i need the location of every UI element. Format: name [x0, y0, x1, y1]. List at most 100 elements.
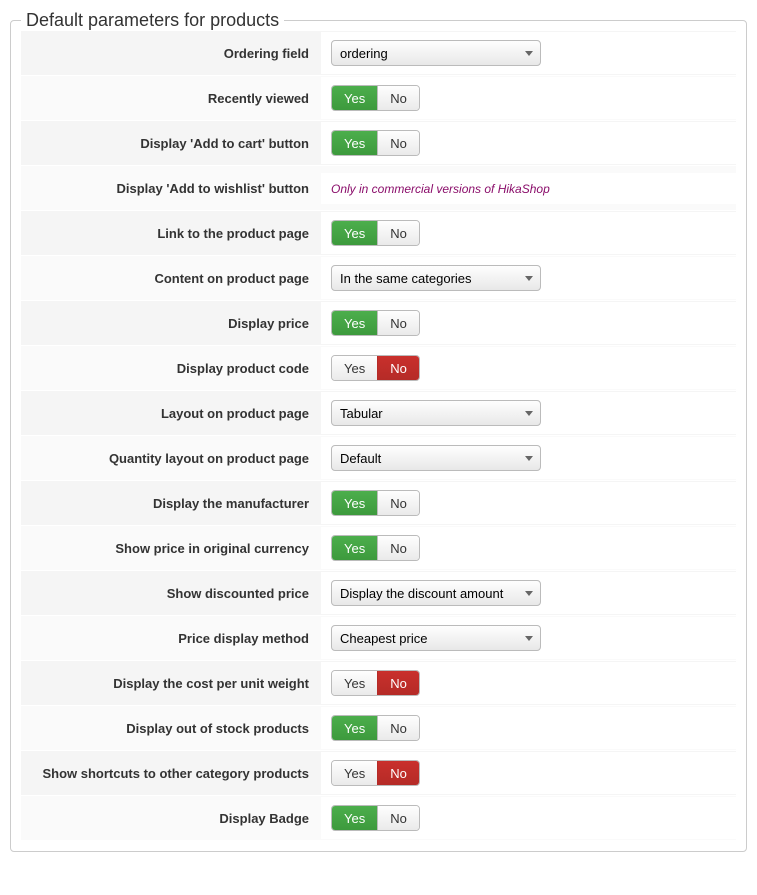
label-price-display-method: Price display method — [21, 621, 321, 656]
display-manufacturer-no-button[interactable]: No — [377, 491, 419, 515]
row-ordering-field: Ordering field ordering — [21, 31, 736, 76]
label-show-discounted: Show discounted price — [21, 576, 321, 611]
cost-per-unit-weight-no-button[interactable]: No — [377, 671, 419, 695]
row-quantity-layout: Quantity layout on product page Default — [21, 436, 736, 481]
select-wrap: Display the discount amount — [331, 580, 541, 606]
link-product-page-toggle: YesNo — [331, 220, 420, 246]
recently-viewed-no-button[interactable]: No — [377, 86, 419, 110]
control-cell: YesNo — [321, 212, 736, 254]
row-show-price-original: Show price in original currency YesNo — [21, 526, 736, 571]
control-cell: ordering — [321, 32, 736, 74]
row-link-product-page: Link to the product page YesNo — [21, 211, 736, 256]
display-manufacturer-toggle: YesNo — [331, 490, 420, 516]
label-display-price: Display price — [21, 306, 321, 341]
label-cost-per-unit-weight: Display the cost per unit weight — [21, 666, 321, 701]
control-cell: YesNo — [321, 302, 736, 344]
rows-container: Ordering fieldorderingRecently viewedYes… — [21, 31, 736, 841]
layout-product-page-select[interactable]: Tabular — [331, 400, 541, 426]
display-badge-toggle: YesNo — [331, 805, 420, 831]
control-cell: YesNo — [321, 797, 736, 839]
row-add-to-wishlist: Display 'Add to wishlist' button Only in … — [21, 166, 736, 211]
control-cell: Only in commercial versions of HikaShop — [321, 173, 736, 204]
add-to-wishlist-note: Only in commercial versions of HikaShop — [331, 182, 550, 196]
row-price-display-method: Price display method Cheapest price — [21, 616, 736, 661]
control-cell: Tabular — [321, 392, 736, 434]
display-manufacturer-yes-button[interactable]: Yes — [332, 491, 377, 515]
recently-viewed-yes-button[interactable]: Yes — [332, 86, 377, 110]
out-of-stock-no-button[interactable]: No — [377, 716, 419, 740]
label-display-product-code: Display product code — [21, 351, 321, 386]
content-product-page-select[interactable]: In the same categories — [331, 265, 541, 291]
row-display-product-code: Display product code YesNo — [21, 346, 736, 391]
display-product-code-no-button[interactable]: No — [377, 356, 419, 380]
show-price-original-yes-button[interactable]: Yes — [332, 536, 377, 560]
select-wrap: Cheapest price — [331, 625, 541, 651]
control-cell: Cheapest price — [321, 617, 736, 659]
control-cell: YesNo — [321, 77, 736, 119]
row-layout-product-page: Layout on product page Tabular — [21, 391, 736, 436]
shortcuts-category-toggle: YesNo — [331, 760, 420, 786]
select-wrap: In the same categories — [331, 265, 541, 291]
label-ordering-field: Ordering field — [21, 36, 321, 71]
label-display-badge: Display Badge — [21, 801, 321, 836]
control-cell: YesNo — [321, 527, 736, 569]
display-badge-yes-button[interactable]: Yes — [332, 806, 377, 830]
show-price-original-no-button[interactable]: No — [377, 536, 419, 560]
row-shortcuts-category: Show shortcuts to other category product… — [21, 751, 736, 796]
label-recently-viewed: Recently viewed — [21, 81, 321, 116]
display-price-toggle: YesNo — [331, 310, 420, 336]
display-badge-no-button[interactable]: No — [377, 806, 419, 830]
link-product-page-yes-button[interactable]: Yes — [332, 221, 377, 245]
row-display-price: Display price YesNo — [21, 301, 736, 346]
select-wrap: Tabular — [331, 400, 541, 426]
control-cell: YesNo — [321, 482, 736, 524]
control-cell: YesNo — [321, 662, 736, 704]
row-cost-per-unit-weight: Display the cost per unit weightYesNo — [21, 661, 736, 706]
control-cell: Default — [321, 437, 736, 479]
row-content-product-page: Content on product page In the same categ… — [21, 256, 736, 301]
label-content-product-page: Content on product page — [21, 261, 321, 296]
label-out-of-stock: Display out of stock products — [21, 711, 321, 746]
label-shortcuts-category: Show shortcuts to other category product… — [21, 756, 321, 791]
show-price-original-toggle: YesNo — [331, 535, 420, 561]
select-wrap: ordering — [331, 40, 541, 66]
row-add-to-cart: Display 'Add to cart' button YesNo — [21, 121, 736, 166]
row-show-discounted: Show discounted price Display the discoun… — [21, 571, 736, 616]
select-wrap: Default — [331, 445, 541, 471]
control-cell: YesNo — [321, 707, 736, 749]
control-cell: Display the discount amount — [321, 572, 736, 614]
link-product-page-no-button[interactable]: No — [377, 221, 419, 245]
add-to-cart-yes-button[interactable]: Yes — [332, 131, 377, 155]
label-add-to-wishlist: Display 'Add to wishlist' button — [21, 171, 321, 206]
control-cell: YesNo — [321, 347, 736, 389]
price-display-method-select[interactable]: Cheapest price — [331, 625, 541, 651]
fieldset-legend: Default parameters for products — [21, 10, 284, 31]
default-parameters-fieldset: Default parameters for products Ordering… — [10, 10, 747, 852]
show-discounted-select[interactable]: Display the discount amount — [331, 580, 541, 606]
control-cell: In the same categories — [321, 257, 736, 299]
label-display-manufacturer: Display the manufacturer — [21, 486, 321, 521]
display-price-yes-button[interactable]: Yes — [332, 311, 377, 335]
label-add-to-cart: Display 'Add to cart' button — [21, 126, 321, 161]
control-cell: YesNo — [321, 752, 736, 794]
quantity-layout-select[interactable]: Default — [331, 445, 541, 471]
ordering-field-select[interactable]: ordering — [331, 40, 541, 66]
row-display-manufacturer: Display the manufacturer YesNo — [21, 481, 736, 526]
label-layout-product-page: Layout on product page — [21, 396, 321, 431]
control-cell: YesNo — [321, 122, 736, 164]
add-to-cart-no-button[interactable]: No — [377, 131, 419, 155]
label-show-price-original: Show price in original currency — [21, 531, 321, 566]
display-product-code-yes-button[interactable]: Yes — [332, 356, 377, 380]
out-of-stock-yes-button[interactable]: Yes — [332, 716, 377, 740]
shortcuts-category-yes-button[interactable]: Yes — [332, 761, 377, 785]
label-link-product-page: Link to the product page — [21, 216, 321, 251]
add-to-cart-toggle: YesNo — [331, 130, 420, 156]
row-out-of-stock: Display out of stock products YesNo — [21, 706, 736, 751]
display-product-code-toggle: YesNo — [331, 355, 420, 381]
cost-per-unit-weight-yes-button[interactable]: Yes — [332, 671, 377, 695]
out-of-stock-toggle: YesNo — [331, 715, 420, 741]
row-display-badge: Display Badge YesNo — [21, 796, 736, 841]
display-price-no-button[interactable]: No — [377, 311, 419, 335]
shortcuts-category-no-button[interactable]: No — [377, 761, 419, 785]
label-quantity-layout: Quantity layout on product page — [21, 441, 321, 476]
